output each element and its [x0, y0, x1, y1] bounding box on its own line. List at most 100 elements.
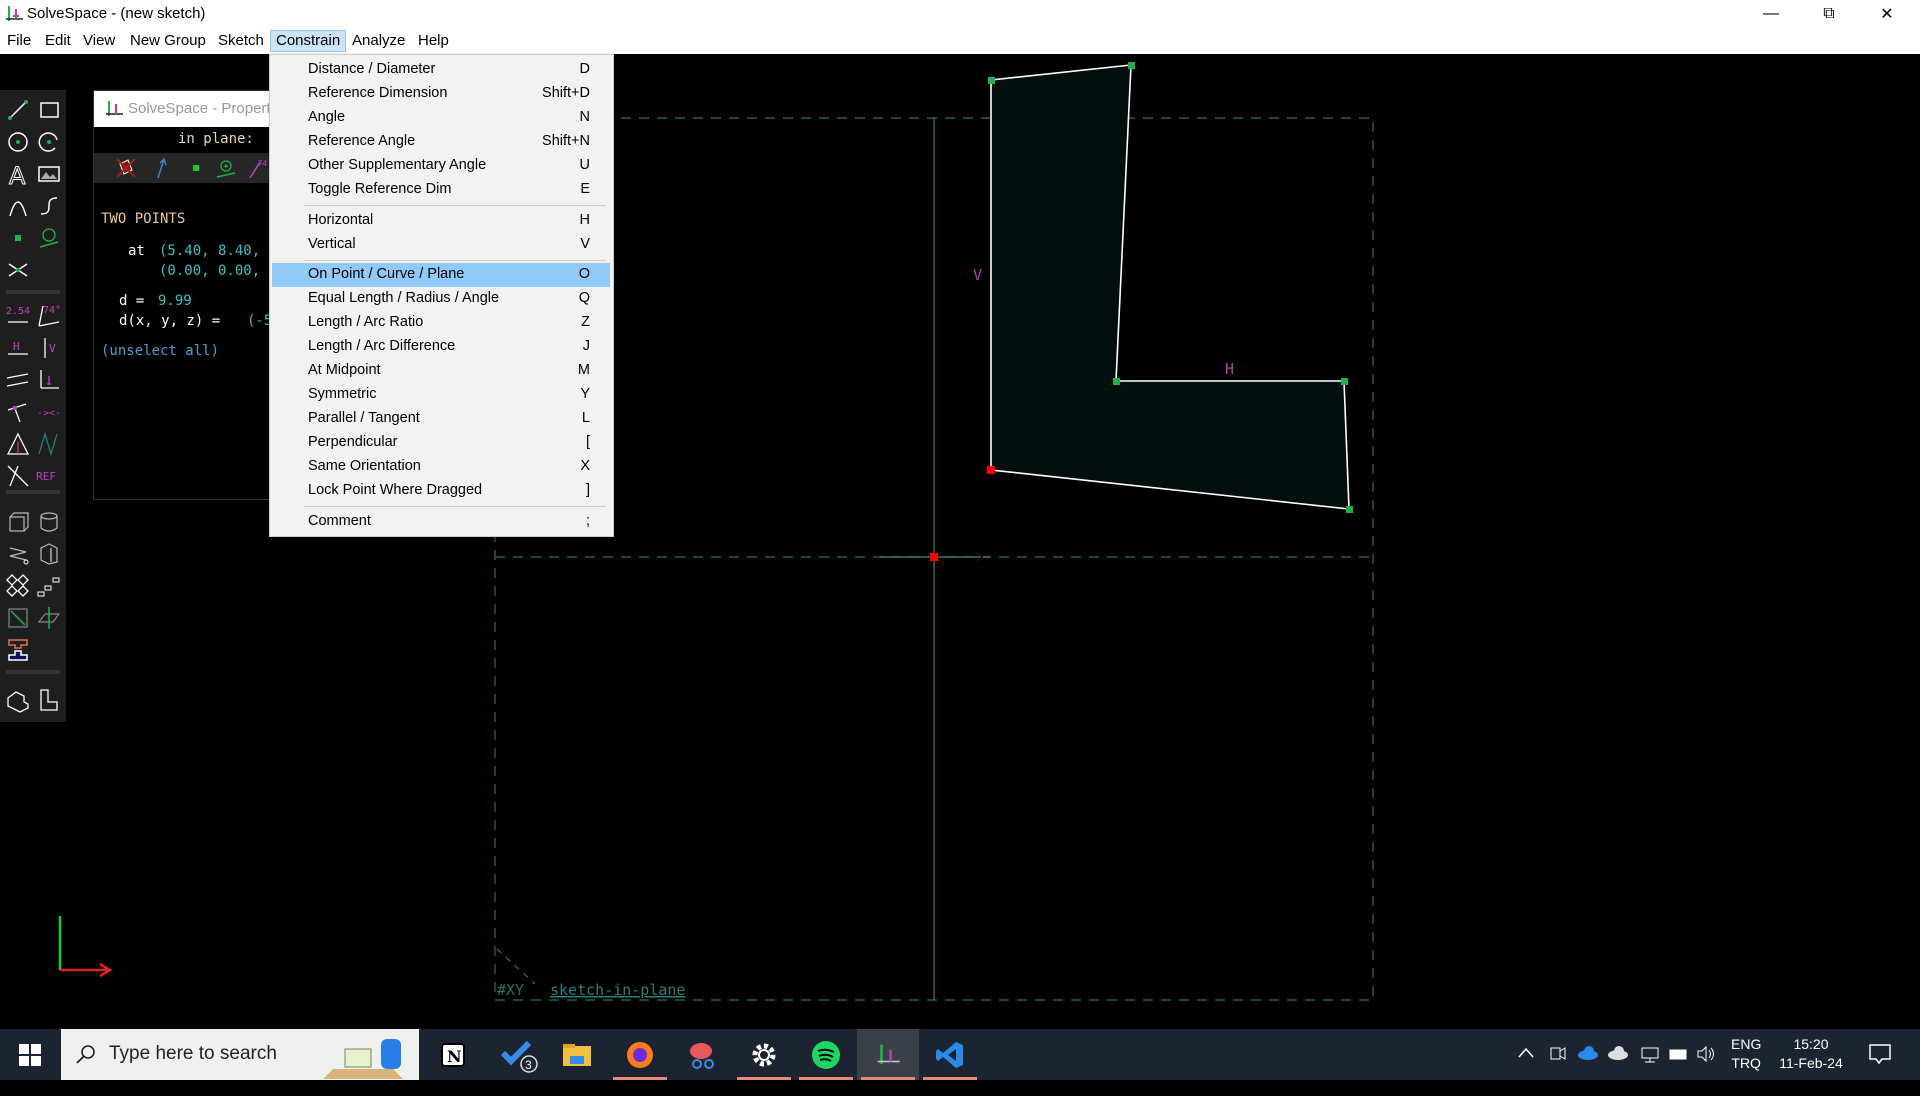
vertical-icon[interactable]: V: [35, 334, 63, 362]
step-translate-icon[interactable]: [35, 572, 63, 600]
menu-item-parallel-tangent[interactable]: Parallel / Tangent L: [272, 407, 610, 431]
step-rotate-icon[interactable]: [4, 572, 32, 600]
svg-text:REF: REF: [36, 470, 56, 483]
tray-onedrive-personal[interactable]: [1577, 1045, 1599, 1096]
restore-button[interactable]: ⧉: [1800, 0, 1858, 28]
same-orientation-icon[interactable]: -><-: [35, 398, 63, 426]
show-constraints-icon[interactable]: 74: [246, 156, 270, 180]
menu-item-reference-angle[interactable]: Reference Angle Shift+N: [272, 130, 610, 154]
menu-constrain[interactable]: Constrain: [270, 30, 347, 52]
show-points-icon[interactable]: [184, 156, 208, 180]
menu-item-same-orientation[interactable]: Same Orientation X: [272, 455, 610, 479]
menu-help[interactable]: Help: [413, 31, 454, 51]
circle-icon[interactable]: [4, 128, 32, 156]
start-button[interactable]: [0, 1029, 60, 1080]
new-workplane-icon[interactable]: [35, 604, 63, 632]
menu-file[interactable]: File: [2, 31, 36, 51]
show-workplane-icon[interactable]: [214, 156, 238, 180]
menu-item-distance-diameter[interactable]: Distance / Diameter D: [272, 58, 610, 82]
reference-icon[interactable]: REF: [35, 462, 63, 490]
menu-analyze[interactable]: Analyze: [347, 31, 410, 51]
property-browser-titlebar[interactable]: SolveSpace - Property Browser: [94, 91, 337, 127]
show-hidden-icons-button[interactable]: [1516, 1043, 1536, 1094]
menu-item-angle[interactable]: Angle N: [272, 106, 610, 130]
nearest-iso-icon[interactable]: [4, 686, 32, 714]
unselect-all-link[interactable]: (unselect all): [101, 343, 219, 359]
menu-item-other-supplementary-angle[interactable]: Other Supplementary Angle U: [272, 154, 610, 178]
workplane-icon[interactable]: [35, 224, 63, 252]
datum-point-icon[interactable]: [4, 224, 32, 252]
menu-item-horizontal[interactable]: Horizontal H: [272, 209, 610, 233]
language-indicator[interactable]: ENG TRQ: [1731, 1035, 1761, 1086]
point-on-icon[interactable]: [4, 398, 32, 426]
action-center-button[interactable]: [1868, 1043, 1892, 1094]
nearest-ortho-icon[interactable]: [35, 686, 63, 714]
toolbar-separator: [6, 290, 60, 294]
taskbar-firefox[interactable]: [609, 1029, 671, 1080]
cubic-spline-icon[interactable]: [35, 192, 63, 220]
revolve-icon[interactable]: [35, 540, 63, 568]
menu-item-perpendicular[interactable]: Perpendicular [: [272, 431, 610, 455]
tray-volume[interactable]: [1695, 1043, 1717, 1094]
menu-view[interactable]: View: [78, 31, 120, 51]
menu-sketch[interactable]: Sketch: [213, 31, 269, 51]
arc-icon[interactable]: [35, 128, 63, 156]
menu-item-at-midpoint[interactable]: At Midpoint M: [272, 359, 610, 383]
tray-network[interactable]: [1637, 1043, 1659, 1094]
tray-meet[interactable]: [1549, 1043, 1567, 1094]
menu-item-lock-point[interactable]: Lock Point Where Dragged]: [272, 479, 610, 503]
taskbar-vscode[interactable]: [919, 1029, 981, 1080]
minimize-button[interactable]: —: [1742, 0, 1800, 28]
assemble-icon[interactable]: [4, 636, 32, 664]
clock[interactable]: 15:20 11-Feb-24: [1776, 1035, 1846, 1086]
menu-item-reference-dimension[interactable]: Reference Dimension Shift+D: [272, 82, 610, 106]
construction-icon[interactable]: [4, 462, 32, 490]
menu-item-shortcut: Q: [578, 290, 590, 306]
menu-item-on-point-curve-plane[interactable]: On Point / Curve / Plane O: [272, 263, 610, 287]
split-curves-icon[interactable]: [4, 256, 32, 284]
image-icon[interactable]: [35, 160, 63, 188]
parallel-icon[interactable]: [4, 366, 32, 394]
other-angle-icon[interactable]: [35, 430, 63, 458]
show-workplanes-icon[interactable]: [114, 156, 138, 180]
todo-icon: 3: [500, 1040, 538, 1073]
taskbar-todo[interactable]: 3: [488, 1029, 550, 1080]
menu-item-equal-length[interactable]: Equal Length / Radius / Angle Q: [272, 287, 610, 311]
menu-new-group[interactable]: New Group: [125, 31, 211, 51]
taskbar-settings[interactable]: [733, 1029, 795, 1080]
menu-item-label: Reference Angle: [308, 133, 416, 149]
perpendicular-icon[interactable]: [35, 366, 63, 394]
menu-edit[interactable]: Edit: [40, 31, 76, 51]
distance-dim-icon[interactable]: 2.54: [4, 302, 32, 330]
tangent-arc-icon[interactable]: [4, 192, 32, 220]
line-icon[interactable]: [4, 96, 32, 124]
taskbar-spotify[interactable]: [795, 1029, 857, 1080]
horizontal-icon[interactable]: H: [4, 334, 32, 362]
symmetric-icon[interactable]: [4, 430, 32, 458]
search-icon: [76, 1045, 95, 1064]
menu-item-shortcut: M: [577, 362, 590, 378]
taskbar-solvespace[interactable]: [857, 1029, 919, 1080]
tray-battery[interactable]: [1666, 1043, 1688, 1094]
lathe-icon[interactable]: [35, 508, 63, 536]
menu-item-symmetric[interactable]: Symmetric Y: [272, 383, 610, 407]
rectangle-icon[interactable]: [35, 96, 63, 124]
menu-separator: [304, 506, 606, 507]
tray-onedrive-business[interactable]: [1607, 1045, 1629, 1096]
taskbar-file-explorer[interactable]: [546, 1029, 608, 1080]
close-button[interactable]: ✕: [1858, 0, 1916, 28]
show-normals-icon[interactable]: [150, 156, 174, 180]
menu-item-comment[interactable]: Comment;: [272, 510, 610, 534]
workplane-in-3d-icon[interactable]: [4, 604, 32, 632]
menu-item-length-arc-ratio[interactable]: Length / Arc Ratio Z: [272, 311, 610, 335]
menu-item-vertical[interactable]: Vertical V: [272, 233, 610, 257]
helix-icon[interactable]: [4, 540, 32, 568]
taskbar-notion[interactable]: N: [422, 1029, 484, 1080]
text-icon[interactable]: A: [4, 160, 32, 189]
search-box[interactable]: Type here to search: [61, 1029, 419, 1080]
menu-item-length-arc-difference[interactable]: Length / Arc Difference J: [272, 335, 610, 359]
menu-item-toggle-reference-dim[interactable]: Toggle Reference Dim E: [272, 178, 610, 202]
extrude-icon[interactable]: [4, 508, 32, 536]
taskbar-snip-sketch[interactable]: [671, 1029, 733, 1080]
angle-dim-icon[interactable]: 74°: [35, 302, 63, 330]
